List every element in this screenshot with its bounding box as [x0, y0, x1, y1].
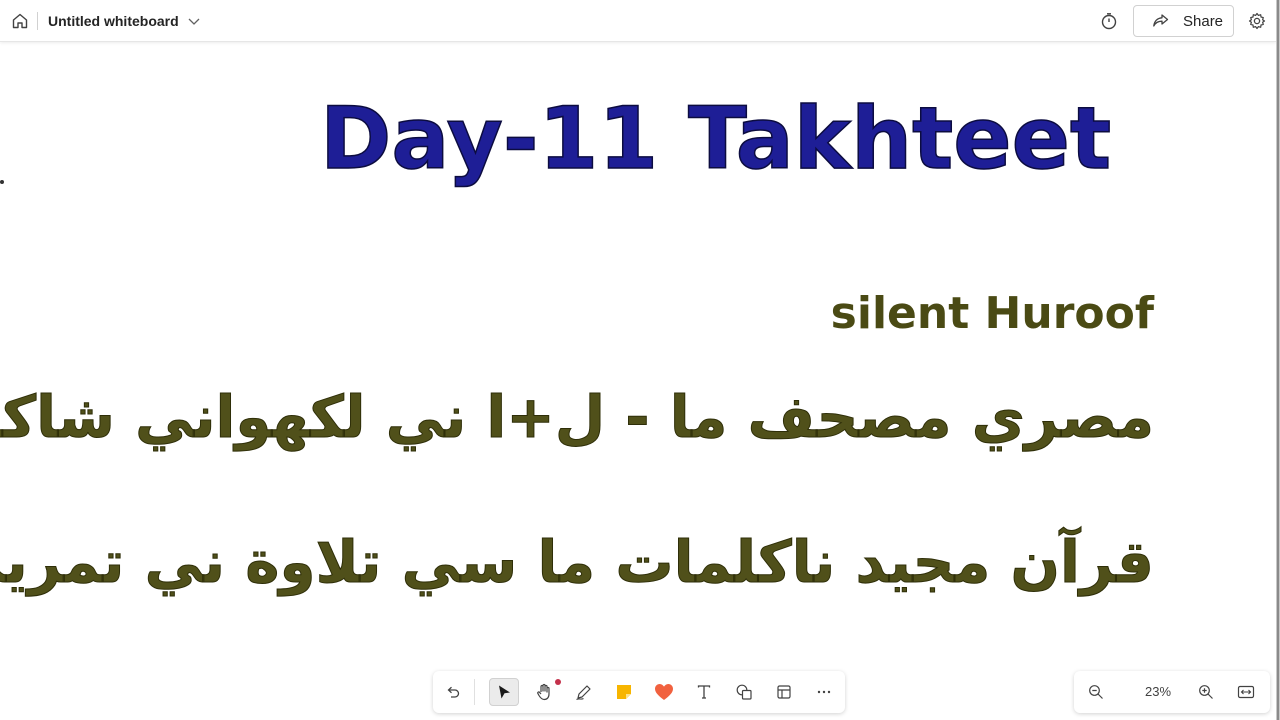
scrollbar-thumb[interactable] [1277, 0, 1279, 720]
share-label: Share [1183, 12, 1224, 30]
zoom-controls: 23% [1074, 671, 1270, 713]
more-tools-button[interactable] [809, 678, 839, 706]
top-bar: Untitled whiteboard Share [0, 0, 1276, 42]
home-icon [12, 13, 28, 29]
fit-to-screen-icon [1237, 685, 1255, 699]
title-menu-button[interactable] [186, 13, 202, 29]
tool-palette [433, 671, 845, 713]
reactions-button[interactable] [649, 678, 679, 706]
timer-icon [1101, 13, 1117, 30]
sticky-note-icon [617, 685, 631, 699]
gear-icon [1248, 12, 1266, 30]
zoom-level[interactable]: 23% [1138, 684, 1178, 699]
select-tool-button[interactable] [489, 678, 519, 706]
chevron-down-icon [188, 18, 200, 25]
pen-icon [576, 685, 591, 700]
zoom-out-icon [1089, 685, 1103, 699]
header-divider [37, 12, 38, 30]
text-icon [697, 685, 711, 699]
select-icon [499, 685, 510, 699]
arabic-text-line-2: قرآن مجيد ناكلمات ما سي تلاوة ني تمرين [0, 528, 1155, 597]
share-icon [1153, 14, 1169, 27]
settings-button[interactable] [1246, 10, 1268, 32]
templates-button[interactable] [769, 678, 799, 706]
more-icon [817, 690, 831, 694]
undo-button[interactable] [438, 678, 468, 706]
board-title[interactable]: Untitled whiteboard [48, 13, 179, 29]
whiteboard-canvas[interactable]: Day-11 Takhteet silent Huroof مصري مصحف … [0, 43, 1276, 720]
zoom-out-button[interactable] [1084, 680, 1108, 704]
zoom-in-button[interactable] [1194, 680, 1218, 704]
hand-icon [537, 683, 550, 701]
notification-dot [555, 679, 561, 685]
arabic-text-line-1: مصري مصحف ما - ل+ا ني لكهواني شاكلة [0, 383, 1154, 452]
board-subheading: silent Huroof [830, 288, 1154, 339]
text-tool-button[interactable] [689, 678, 719, 706]
fit-to-screen-button[interactable] [1234, 680, 1258, 704]
templates-icon [777, 685, 791, 699]
toolbar-divider [474, 679, 475, 705]
home-button[interactable] [8, 9, 32, 33]
sticky-note-button[interactable] [609, 678, 639, 706]
pen-tool-button[interactable] [569, 678, 599, 706]
share-button[interactable]: Share [1133, 5, 1234, 37]
undo-icon [447, 686, 460, 698]
reaction-heart-icon [655, 684, 673, 700]
timer-button[interactable] [1098, 10, 1120, 32]
shapes-tool-button[interactable] [729, 678, 759, 706]
zoom-in-icon [1199, 685, 1213, 699]
shapes-icon [736, 684, 752, 700]
ink-dot [0, 180, 4, 184]
board-heading: Day-11 Takhteet [319, 88, 1112, 190]
